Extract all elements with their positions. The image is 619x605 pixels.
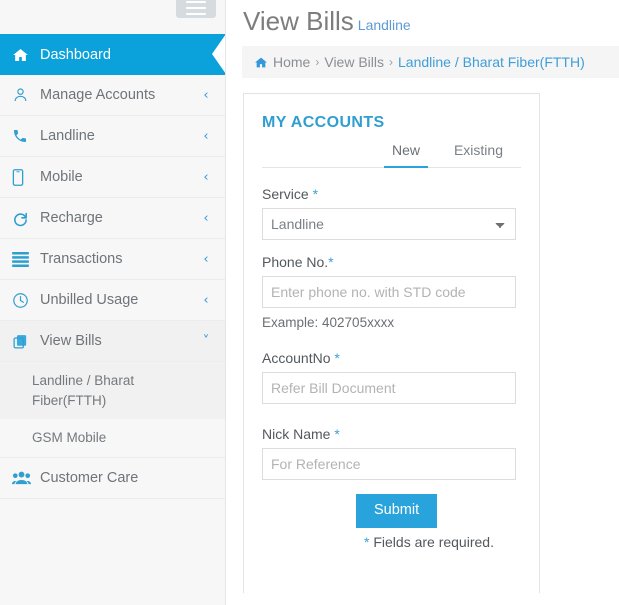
breadcrumb-separator: › (315, 55, 320, 69)
phone-icon (12, 128, 36, 144)
sidebar-item-recharge[interactable]: Recharge ‹ (0, 198, 225, 239)
clock-icon (12, 292, 36, 309)
sidebar-menu: Dashboard Manage Accounts ‹ Landline ‹ M… (0, 34, 225, 499)
account-tabs: New Existing (262, 136, 521, 168)
required-note-text: Fields are required. (369, 533, 494, 550)
sidebar-item-label: Mobile (40, 169, 83, 185)
list-icon (12, 251, 36, 267)
breadcrumb: Home › View Bills › Landline / Bharat Fi… (242, 46, 619, 78)
required-asterisk: * (312, 186, 319, 202)
page-root: Dashboard Manage Accounts ‹ Landline ‹ M… (0, 0, 619, 605)
phone-hint: Example: 402705xxxx (262, 315, 395, 330)
new-account-form: Service * Landline Phone No.* Example: 4… (262, 168, 521, 551)
service-label: Service * (262, 186, 521, 202)
users-icon (12, 470, 36, 485)
menu-toggle-button[interactable] (176, 0, 216, 18)
submenu-item-gsm-mobile[interactable]: GSM Mobile (0, 419, 225, 457)
hamburger-icon-bar (186, 12, 206, 15)
sidebar-item-unbilled-usage[interactable]: Unbilled Usage ‹ (0, 280, 225, 321)
sidebar-item-label: Unbilled Usage (40, 292, 139, 308)
required-note: * Fields are required. (364, 528, 494, 552)
sidebar-item-manage-accounts[interactable]: Manage Accounts ‹ (0, 75, 225, 116)
tab-new[interactable]: New (383, 136, 428, 168)
my-accounts-card: MY ACCOUNTS New Existing Service * Landl… (243, 93, 540, 593)
sidebar-item-mobile[interactable]: Mobile ‹ (0, 157, 225, 198)
breadcrumb-view-bills[interactable]: View Bills (324, 54, 384, 70)
tab-existing[interactable]: Existing (446, 136, 511, 168)
sidebar-item-dashboard[interactable]: Dashboard (0, 34, 225, 75)
chevron-left-icon: ‹ (203, 292, 209, 308)
account-no-input[interactable] (262, 372, 516, 404)
chevron-left-icon: ‹ (203, 251, 209, 267)
account-label-text: AccountNo (262, 350, 331, 366)
sidebar-item-label: Dashboard (40, 46, 111, 63)
hamburger-icon-bar (186, 0, 206, 3)
sidebar-item-label: Recharge (40, 210, 103, 226)
home-icon (254, 56, 268, 69)
breadcrumb-separator: › (389, 55, 394, 69)
hamburger-icon-bar (186, 6, 206, 9)
sidebar-item-customer-care[interactable]: Customer Care (0, 457, 225, 499)
user-icon (12, 87, 36, 103)
page-title: View Bills Landline (226, 0, 619, 37)
nickname-label-text: Nick Name (262, 426, 331, 442)
nickname-input[interactable] (262, 448, 516, 480)
submenu-list: Landline / Bharat Fiber(FTTH) GSM Mobile (0, 362, 225, 458)
main-content: View Bills Landline Home › View Bills › L… (226, 0, 619, 605)
required-asterisk: * (328, 254, 334, 270)
submit-row: Submit * Fields are required. (262, 494, 521, 551)
service-select[interactable]: Landline (262, 208, 516, 240)
account-label: AccountNo * (262, 350, 521, 366)
nickname-label: Nick Name * (262, 426, 521, 442)
phone-label-text: Phone No. (262, 254, 329, 270)
chevron-left-icon: ‹ (203, 128, 209, 144)
phone-input[interactable] (262, 276, 516, 308)
sidebar-item-label: Landline (40, 128, 95, 144)
chevron-left-icon: ‹ (203, 87, 209, 103)
service-label-text: Service (262, 186, 309, 202)
phone-label: Phone No.* (262, 254, 521, 270)
sidebar-item-landline[interactable]: Landline ‹ (0, 116, 225, 157)
chevron-left-icon: ‹ (203, 169, 209, 185)
required-asterisk: * (334, 426, 340, 442)
field-account-no: AccountNo * (262, 350, 521, 404)
sidebar-item-label: View Bills (40, 333, 102, 349)
required-asterisk: * (334, 350, 340, 366)
breadcrumb-home[interactable]: Home (273, 54, 310, 70)
field-service: Service * Landline (262, 186, 521, 240)
page-title-text: View Bills (243, 6, 354, 36)
sidebar-item-label: Customer Care (40, 469, 139, 486)
sidebar: Dashboard Manage Accounts ‹ Landline ‹ M… (0, 0, 226, 605)
field-phone-no: Phone No.* Example: 402705xxxx (262, 254, 521, 330)
submit-button[interactable]: Submit (356, 494, 438, 528)
chevron-down-icon: ˅ (202, 333, 210, 349)
copy-icon (12, 333, 36, 350)
sidebar-item-transactions[interactable]: Transactions ‹ (0, 239, 225, 280)
sidebar-submenu-view-bills: Landline / Bharat Fiber(FTTH) GSM Mobile (0, 362, 225, 458)
sidebar-item-label: Manage Accounts (40, 87, 156, 103)
home-icon (12, 47, 36, 63)
chevron-left-icon: ‹ (203, 210, 209, 226)
field-nick-name: Nick Name * (262, 426, 521, 480)
sidebar-item-label: Transactions (40, 251, 123, 267)
page-subtitle: Landline (357, 17, 411, 33)
submenu-item-landline-bharat-fiber[interactable]: Landline / Bharat Fiber(FTTH) (0, 362, 225, 420)
refresh-icon (12, 210, 36, 227)
mobile-icon (12, 168, 36, 186)
sidebar-item-view-bills[interactable]: View Bills ˅ (0, 321, 225, 362)
breadcrumb-current[interactable]: Landline / Bharat Fiber(FTTH) (398, 54, 585, 70)
card-title: MY ACCOUNTS (262, 114, 385, 131)
